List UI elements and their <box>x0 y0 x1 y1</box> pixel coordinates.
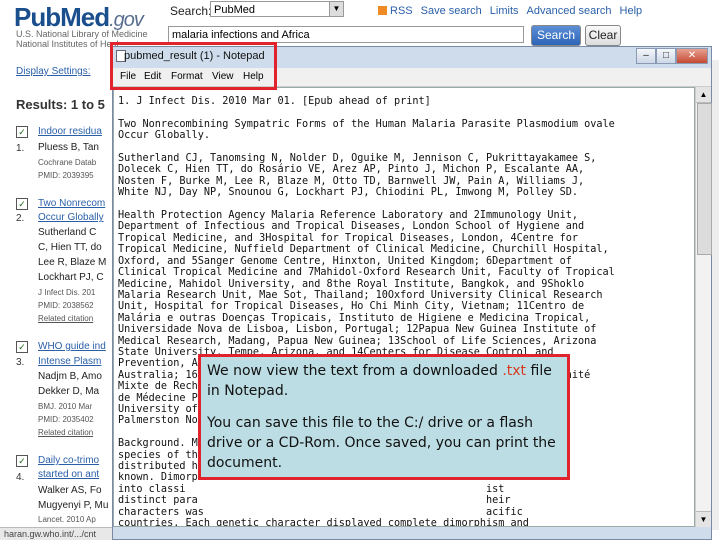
pubmed-logo-text: PubMed <box>14 2 110 32</box>
scroll-thumb[interactable] <box>697 103 712 255</box>
nlm-subtitle: U.S. National Library of Medicine <box>16 29 148 39</box>
rss-link[interactable]: RSS <box>390 5 413 17</box>
header-links: RSS Save search Limits Advanced search Help <box>378 5 650 17</box>
result-number: 2. <box>16 213 25 224</box>
result-title-link[interactable]: Intense Plasm <box>38 356 101 367</box>
callout-line-2: You can save this file to the C:/ drive … <box>207 415 556 471</box>
result-title-link[interactable]: Indoor residua <box>38 126 102 137</box>
result-pmid: PMID: 2038562 <box>38 301 94 310</box>
callout-text: We now view the text from a downloaded <box>207 363 503 379</box>
search-button[interactable]: Search <box>531 25 581 46</box>
help-link[interactable]: Help <box>620 5 643 17</box>
database-select-value: PubMed <box>214 4 255 16</box>
result-number: 3. <box>16 357 25 368</box>
result-pmid: PMID: 2039395 <box>38 171 94 180</box>
advanced-search-link[interactable]: Advanced search <box>527 5 612 17</box>
result-authors: Walker AS, Fo <box>38 485 102 496</box>
result-title-link[interactable]: WHO guide ind <box>38 341 106 352</box>
save-search-link[interactable]: Save search <box>421 5 482 17</box>
callout-line-1: We now view the text from a downloaded .… <box>207 361 561 401</box>
display-settings-link[interactable]: Display Settings: <box>16 66 90 77</box>
result-pmid: PMID: 2035402 <box>38 415 94 424</box>
result-authors: Sutherland C <box>38 227 97 238</box>
results-count: Results: 1 to 5 <box>16 97 105 112</box>
highlight-box <box>110 42 277 90</box>
notepad-scrollbar[interactable]: ▲ ▼ <box>695 87 712 527</box>
result-number: 1. <box>16 143 25 154</box>
result-checkbox[interactable]: ✓ <box>16 126 28 138</box>
related-citations-link[interactable]: Related citation <box>38 314 93 323</box>
limits-link[interactable]: Limits <box>490 5 519 17</box>
scroll-down-icon[interactable]: ▼ <box>696 511 711 527</box>
result-journal: BMJ. 2010 Mar <box>38 402 93 411</box>
result-checkbox[interactable]: ✓ <box>16 455 28 467</box>
result-authors: Lockhart PJ, C <box>38 272 104 283</box>
result-number: 4. <box>16 472 25 483</box>
annotation-callout: We now view the text from a downloaded .… <box>198 354 570 480</box>
result-authors: C, Hien TT, do <box>38 242 102 253</box>
clear-button[interactable]: Clear <box>585 25 621 46</box>
result-title-link[interactable]: Daily co-trimo <box>38 455 99 466</box>
result-authors: Mugyenyi P, Mu <box>38 500 109 511</box>
pubmed-logo-gov: .gov <box>109 9 144 31</box>
callout-txt-extension: .txt <box>502 363 527 379</box>
result-authors: Dekker D, Ma <box>38 386 100 397</box>
result-journal: Lancet. 2010 Ap <box>38 515 96 524</box>
rss-icon[interactable] <box>378 6 387 15</box>
minimize-button[interactable]: – <box>636 48 656 64</box>
result-checkbox[interactable]: ✓ <box>16 198 28 210</box>
related-citations-link[interactable]: Related citation <box>38 428 93 437</box>
result-authors: Pluess B, Tan <box>38 142 99 153</box>
maximize-button[interactable]: □ <box>656 48 676 64</box>
search-label: Search: <box>170 4 212 18</box>
result-title-link[interactable]: Occur Globally <box>38 212 104 223</box>
result-journal: J Infect Dis. 201 <box>38 288 96 297</box>
scroll-up-icon[interactable]: ▲ <box>696 87 711 103</box>
result-title-link[interactable]: Two Nonrecom <box>38 198 105 209</box>
result-title-link[interactable]: started on ant <box>38 469 99 480</box>
result-authors: Nadjm B, Amo <box>38 371 102 382</box>
result-checkbox[interactable]: ✓ <box>16 341 28 353</box>
browser-status-bar: haran.gw.who.int/.../cnt <box>0 527 130 540</box>
database-select[interactable]: PubMed ▼ <box>210 1 344 17</box>
search-input[interactable]: malaria infections and Africa <box>168 26 524 43</box>
result-authors: Lee R, Blaze M <box>38 257 107 268</box>
chevron-down-icon[interactable]: ▼ <box>329 2 343 16</box>
nih-subtitle: National Institutes of Heal <box>16 39 119 49</box>
result-journal: Cochrane Datab <box>38 158 97 167</box>
close-button[interactable]: ✕ <box>676 48 708 64</box>
